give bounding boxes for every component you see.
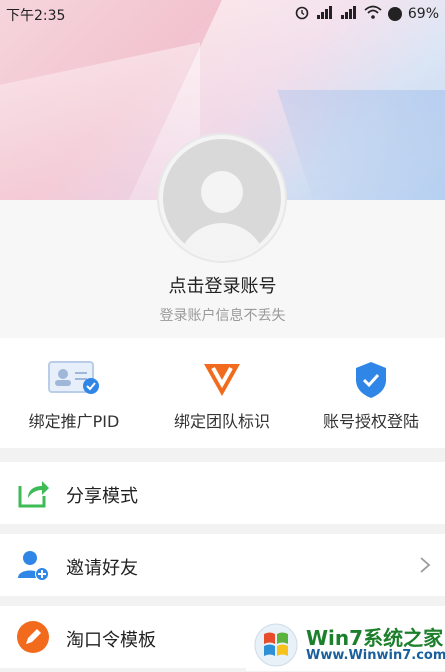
wifi-icon bbox=[364, 5, 382, 23]
id-card-check-icon bbox=[47, 360, 101, 400]
menu-label: 邀请好友 bbox=[66, 558, 138, 579]
status-bar: 下午2:35 69% bbox=[0, 0, 445, 26]
menu-label: 分享模式 bbox=[66, 486, 138, 507]
login-title[interactable]: 点击登录账号 bbox=[0, 272, 445, 298]
add-friend-icon bbox=[16, 548, 50, 586]
watermark-url: Www.Winwin7.com bbox=[306, 648, 445, 663]
bind-team-button[interactable]: 绑定团队标识 bbox=[148, 338, 296, 448]
battery-icon bbox=[387, 7, 402, 21]
chevron-right-icon bbox=[419, 556, 431, 579]
share-icon bbox=[16, 476, 50, 514]
signal-icon bbox=[316, 5, 334, 23]
quick-actions: 绑定推广PID 绑定团队标识 账号授权登陆 bbox=[0, 338, 445, 448]
menu-item-share-mode[interactable]: 分享模式 bbox=[0, 462, 445, 524]
signal-icon bbox=[340, 5, 358, 23]
bind-pid-label: 绑定推广PID bbox=[28, 412, 120, 431]
account-auth-label: 账号授权登陆 bbox=[322, 412, 419, 431]
watermark-logo: Win7系统之家 Www.Winwin7.com bbox=[246, 618, 445, 671]
bind-pid-button[interactable]: 绑定推广PID bbox=[0, 338, 148, 448]
account-auth-button[interactable]: 账号授权登陆 bbox=[297, 338, 445, 448]
battery-level: 69% bbox=[407, 6, 439, 22]
team-v-icon bbox=[202, 360, 242, 402]
menu-item-invite-friends[interactable]: 邀请好友 bbox=[0, 534, 445, 596]
windows-logo-icon bbox=[252, 622, 300, 672]
pencil-icon bbox=[16, 620, 50, 658]
bind-team-label: 绑定团队标识 bbox=[173, 412, 270, 431]
watermark-brand: Win7系统之家 bbox=[306, 626, 444, 650]
shield-check-icon bbox=[353, 360, 389, 404]
avatar-head-shape bbox=[201, 171, 243, 213]
alarm-icon bbox=[294, 4, 310, 24]
avatar[interactable] bbox=[163, 139, 281, 257]
avatar-body-shape bbox=[178, 223, 266, 257]
menu-label: 淘口令模板 bbox=[66, 630, 156, 651]
status-time: 下午2:35 bbox=[6, 8, 66, 24]
status-icons: 69% bbox=[294, 4, 439, 24]
login-subtitle: 登录账户信息不丢失 bbox=[159, 308, 286, 324]
